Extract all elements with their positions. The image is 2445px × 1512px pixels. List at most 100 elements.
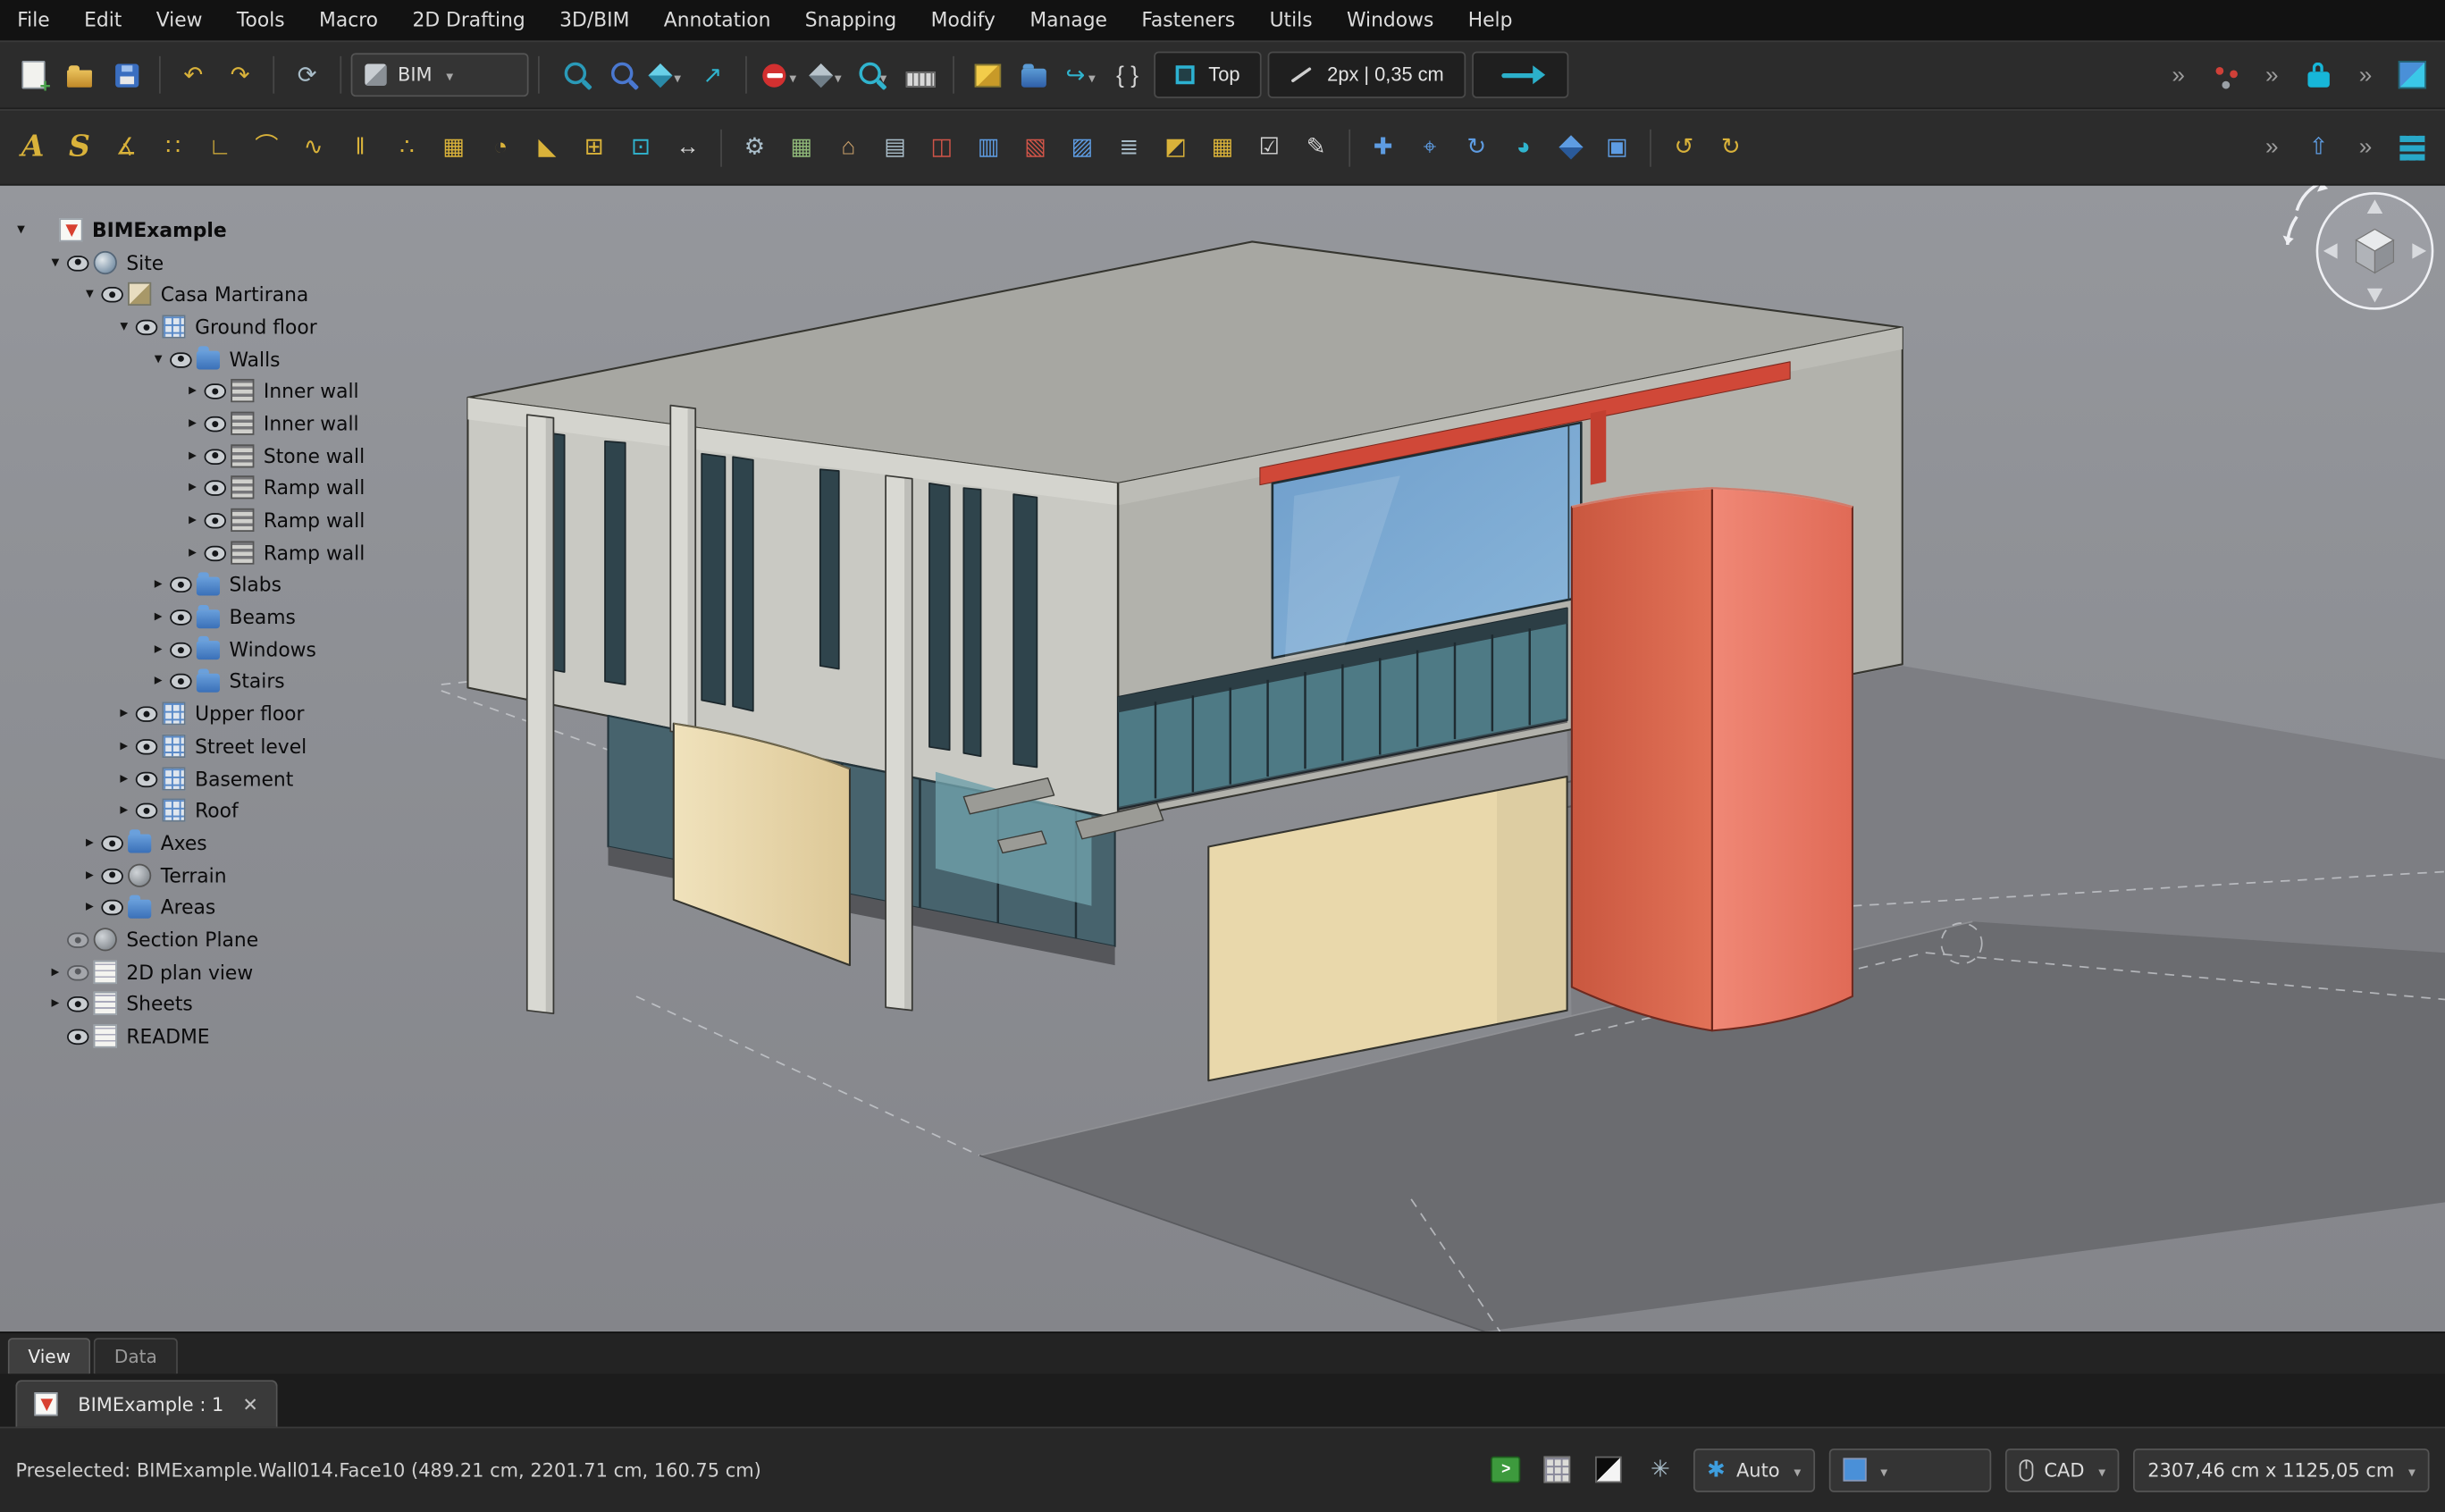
visibility-eye-icon[interactable]: [205, 513, 226, 528]
draft-point-button[interactable]: ∷: [150, 124, 197, 171]
draft-join-button[interactable]: ↻: [1708, 124, 1754, 171]
bim-pipe-button[interactable]: ▥: [965, 124, 1012, 171]
draft-bezier-button[interactable]: ∿: [290, 124, 337, 171]
visibility-eye-icon[interactable]: [170, 643, 191, 658]
expand-arrow[interactable]: ▾: [113, 318, 136, 335]
visibility-eye-icon[interactable]: [205, 416, 226, 432]
expand-arrow[interactable]: ▸: [147, 673, 170, 690]
expand-arrow[interactable]: ▸: [113, 705, 136, 722]
tree-item-roof-18[interactable]: ▸Roof: [0, 794, 467, 827]
draft-arc-button[interactable]: ◔: [477, 124, 524, 171]
redo-button[interactable]: ↷: [217, 52, 264, 98]
expression-braces-button[interactable]: { }: [1104, 52, 1150, 98]
expand-arrow[interactable]: ▸: [181, 447, 204, 464]
measure-button[interactable]: [896, 52, 943, 98]
expand-arrow[interactable]: ▸: [147, 641, 170, 658]
combo-workbench-selector[interactable]: BIM: [351, 53, 529, 97]
draft-slope-button[interactable]: ◣: [524, 124, 570, 171]
expand-arrow[interactable]: ▸: [113, 737, 136, 754]
combo-render-quality[interactable]: ✱Auto: [1693, 1449, 1815, 1492]
bim-box-button[interactable]: [963, 52, 1010, 98]
visibility-eye-icon[interactable]: [136, 320, 157, 335]
tree-item-ramp-wall-10[interactable]: ▸Ramp wall: [0, 536, 467, 568]
dimension-style-button[interactable]: ↔: [664, 124, 710, 171]
draft-text-button[interactable]: A: [9, 124, 55, 171]
tree-item-2d-plan-view-23[interactable]: ▸2D plan view: [0, 955, 467, 987]
visibility-eye-icon[interactable]: [67, 964, 88, 979]
visibility-eye-icon[interactable]: [67, 255, 88, 270]
tree-item-inner-wall-6[interactable]: ▸Inner wall: [0, 407, 467, 440]
clone-button[interactable]: ▣: [1593, 124, 1640, 171]
menu-windows[interactable]: Windows: [1330, 0, 1451, 40]
line-width-button[interactable]: 2px | 0,35 cm: [1268, 52, 1466, 98]
move-up-button[interactable]: ⇧: [2295, 124, 2341, 171]
draft-ortho-array-button[interactable]: ▦: [431, 124, 477, 171]
visibility-eye-icon[interactable]: [136, 771, 157, 786]
export-button[interactable]: ↪: [1057, 52, 1104, 98]
tree-item-casa-martirana-2[interactable]: ▾Casa Martirana: [0, 278, 467, 310]
menu-tools[interactable]: Tools: [220, 0, 302, 40]
expand-arrow[interactable]: ▾: [44, 254, 67, 271]
lock-toolbars-button[interactable]: [2295, 52, 2341, 98]
visibility-eye-icon[interactable]: [205, 384, 226, 399]
report-console-button[interactable]: >: [1487, 1451, 1525, 1489]
tree-item-basement-17[interactable]: ▸Basement: [0, 762, 467, 794]
menu-modify[interactable]: Modify: [913, 0, 1012, 40]
expand-arrow[interactable]: ▸: [78, 899, 101, 916]
combo-navigation-style[interactable]: CAD: [2005, 1449, 2120, 1492]
menu-manage[interactable]: Manage: [1012, 0, 1124, 40]
bim-schedule-button[interactable]: ▦: [1199, 124, 1246, 171]
offset-button[interactable]: ◕: [1500, 124, 1547, 171]
bim-layers-button[interactable]: ≣: [1105, 124, 1152, 171]
expand-arrow[interactable]: ▾: [9, 222, 32, 239]
visibility-eye-icon[interactable]: [205, 449, 226, 464]
expand-arrow[interactable]: ▸: [147, 609, 170, 626]
open-document-button[interactable]: [56, 52, 103, 98]
draft-line-button[interactable]: ∟: [197, 124, 243, 171]
draft-grid-toggle-button[interactable]: [1539, 1451, 1576, 1489]
visibility-eye-icon[interactable]: [170, 352, 191, 367]
expand-arrow[interactable]: ▸: [181, 415, 204, 432]
bim-frame-button[interactable]: ▧: [1012, 124, 1058, 171]
panel-tab-data[interactable]: Data: [94, 1338, 177, 1373]
move-button[interactable]: ✚: [1360, 124, 1407, 171]
bim-preflight-button[interactable]: ☑: [1246, 124, 1292, 171]
tree-item-windows-13[interactable]: ▸Windows: [0, 633, 467, 665]
ifc-explorer-button[interactable]: [1011, 52, 1057, 98]
viewport-3d[interactable]: ▾BIMExample▾Site▾Casa Martirana▾Ground f…: [0, 186, 2445, 1332]
expand-arrow[interactable]: ▸: [147, 576, 170, 593]
expand-arrow[interactable]: ▸: [44, 995, 67, 1012]
view-axonometric-button[interactable]: [643, 52, 689, 98]
menu-help[interactable]: Help: [1451, 0, 1530, 40]
fit-all-button[interactable]: [549, 52, 595, 98]
tree-item-street-level-16[interactable]: ▸Street level: [0, 730, 467, 762]
tree-item-slabs-11[interactable]: ▸Slabs: [0, 568, 467, 601]
visibility-eye-icon[interactable]: [205, 481, 226, 496]
menu-view[interactable]: View: [139, 0, 220, 40]
overflow-expand-5-button[interactable]: »: [2342, 124, 2389, 171]
tree-item-bimexample-0[interactable]: ▾BIMExample: [0, 214, 467, 246]
draft-dimension-button[interactable]: ∡: [103, 124, 149, 171]
menu-2d-drafting[interactable]: 2D Drafting: [395, 0, 542, 40]
overflow-expand-4-button[interactable]: »: [2248, 124, 2295, 171]
visibility-eye-icon[interactable]: [67, 997, 88, 1012]
tree-item-readme-25[interactable]: README: [0, 1020, 467, 1052]
tree-item-beams-12[interactable]: ▸Beams: [0, 601, 467, 633]
combo-viewport-size[interactable]: 2307,46 cm x 1125,05 cm: [2134, 1449, 2430, 1492]
menu-annotation[interactable]: Annotation: [647, 0, 788, 40]
expand-arrow[interactable]: ▾: [78, 286, 101, 303]
draft-facebinder-button[interactable]: ‖: [337, 124, 383, 171]
expand-arrow[interactable]: ▸: [78, 866, 101, 883]
visibility-eye-icon[interactable]: [170, 675, 191, 690]
visibility-eye-icon[interactable]: [101, 900, 122, 915]
sync-view-button[interactable]: ↗: [689, 52, 735, 98]
bim-ifc-document-button[interactable]: ▨: [1059, 124, 1105, 171]
combo-highlight-color[interactable]: [1829, 1449, 1991, 1492]
tree-item-ramp-wall-9[interactable]: ▸Ramp wall: [0, 504, 467, 536]
windows-palette-button[interactable]: [2389, 52, 2435, 98]
part-box-button[interactable]: [1547, 124, 1593, 171]
menu-fasteners[interactable]: Fasteners: [1124, 0, 1252, 40]
expand-arrow[interactable]: ▾: [147, 350, 170, 367]
tree-item-upper-floor-15[interactable]: ▸Upper floor: [0, 698, 467, 730]
visibility-eye-icon[interactable]: [136, 707, 157, 722]
